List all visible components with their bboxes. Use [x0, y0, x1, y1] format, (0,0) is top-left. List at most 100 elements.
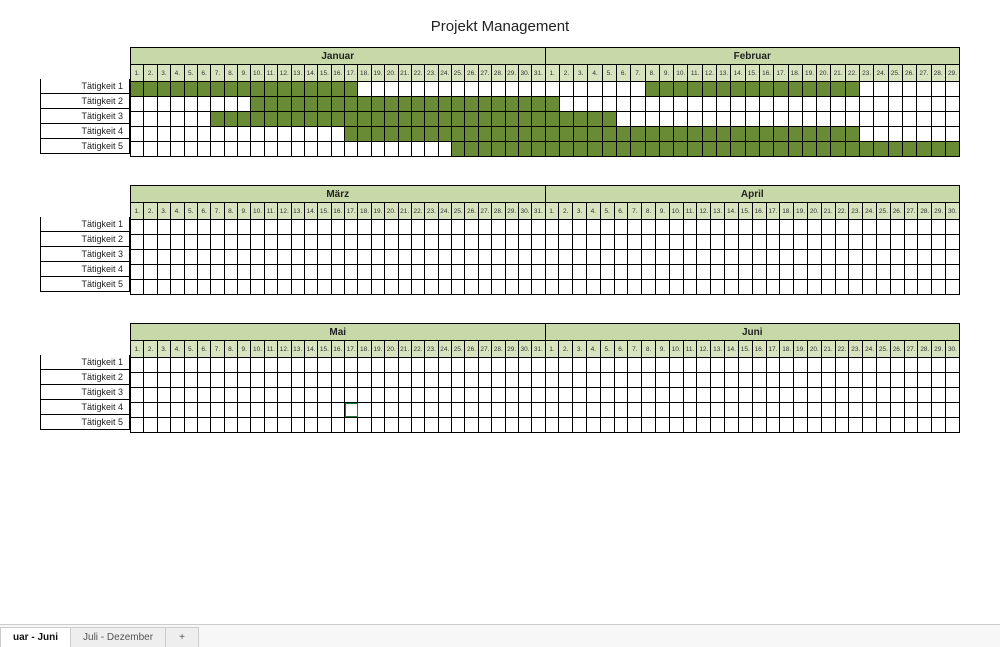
- gantt-cell[interactable]: [158, 388, 171, 402]
- gantt-cell[interactable]: [358, 82, 371, 96]
- gantt-cell[interactable]: [452, 142, 465, 156]
- gantt-cell[interactable]: [265, 373, 278, 387]
- gantt-cell[interactable]: [774, 112, 788, 126]
- gantt-cell[interactable]: [479, 418, 492, 432]
- gantt-cell[interactable]: [532, 373, 544, 387]
- gantt-cell[interactable]: [836, 358, 850, 372]
- gantt-cell[interactable]: [532, 220, 544, 234]
- gantt-cell[interactable]: [185, 82, 198, 96]
- gantt-cell[interactable]: [546, 358, 560, 372]
- gantt-cell[interactable]: [225, 250, 238, 264]
- gantt-cell[interactable]: [774, 82, 788, 96]
- gantt-cell[interactable]: [185, 235, 198, 249]
- gantt-cell[interactable]: [385, 97, 398, 111]
- gantt-cell[interactable]: [238, 265, 251, 279]
- gantt-cell[interactable]: [889, 112, 903, 126]
- gantt-cell[interactable]: [546, 127, 560, 141]
- gantt-cell[interactable]: [144, 82, 157, 96]
- gantt-cell[interactable]: [822, 220, 836, 234]
- gantt-cell[interactable]: [946, 418, 959, 432]
- gantt-cell[interactable]: [674, 142, 688, 156]
- gantt-cell[interactable]: [332, 127, 345, 141]
- gantt-cell[interactable]: [711, 220, 725, 234]
- gantt-cell[interactable]: [171, 403, 184, 417]
- gantt-cell[interactable]: [292, 358, 305, 372]
- gantt-cell[interactable]: [305, 418, 318, 432]
- gantt-cell[interactable]: [849, 388, 863, 402]
- gantt-cell[interactable]: [305, 97, 318, 111]
- gantt-cell[interactable]: [753, 373, 767, 387]
- gantt-cell[interactable]: [891, 265, 905, 279]
- gantt-cell[interactable]: [372, 235, 385, 249]
- gantt-cell[interactable]: [560, 142, 574, 156]
- gantt-cell[interactable]: [670, 250, 684, 264]
- gantt-cell[interactable]: [492, 373, 505, 387]
- gantt-cell[interactable]: [891, 403, 905, 417]
- gantt-cell[interactable]: [532, 142, 544, 156]
- gantt-cell[interactable]: [332, 142, 345, 156]
- gantt-cell[interactable]: [731, 82, 745, 96]
- gantt-cell[interactable]: [185, 403, 198, 417]
- gantt-cell[interactable]: [670, 388, 684, 402]
- gantt-cell[interactable]: [746, 127, 760, 141]
- gantt-cell[interactable]: [198, 373, 211, 387]
- gantt-cell[interactable]: [725, 220, 739, 234]
- gantt-cell[interactable]: [318, 112, 331, 126]
- gantt-cell[interactable]: [305, 220, 318, 234]
- gantt-cell[interactable]: [332, 358, 345, 372]
- gantt-cell[interactable]: [918, 280, 932, 294]
- gantt-cell[interactable]: [560, 112, 574, 126]
- gantt-cell[interactable]: [292, 112, 305, 126]
- gantt-cell[interactable]: [918, 403, 932, 417]
- gantt-cell[interactable]: [425, 265, 438, 279]
- gantt-cell[interactable]: [292, 235, 305, 249]
- gantt-cell[interactable]: [587, 418, 601, 432]
- gantt-cell[interactable]: [171, 265, 184, 279]
- gantt-cell[interactable]: [532, 418, 544, 432]
- gantt-cell[interactable]: [171, 418, 184, 432]
- gantt-cell[interactable]: [492, 82, 505, 96]
- gantt-cell[interactable]: [318, 418, 331, 432]
- gantt-cell[interactable]: [225, 142, 238, 156]
- gantt-cell[interactable]: [198, 280, 211, 294]
- gantt-cell[interactable]: [399, 235, 412, 249]
- gantt-cell[interactable]: [760, 142, 774, 156]
- gantt-cell[interactable]: [358, 388, 371, 402]
- gantt-cell[interactable]: [225, 388, 238, 402]
- gantt-cell[interactable]: [739, 358, 753, 372]
- gantt-cell[interactable]: [292, 418, 305, 432]
- gantt-cell[interactable]: [946, 403, 959, 417]
- gantt-cell[interactable]: [905, 418, 919, 432]
- gantt-cell[interactable]: [780, 358, 794, 372]
- gantt-cell[interactable]: [932, 388, 946, 402]
- gantt-cell[interactable]: [601, 250, 615, 264]
- gantt-cell[interactable]: [739, 220, 753, 234]
- gantt-cell[interactable]: [646, 97, 660, 111]
- gantt-cell[interactable]: [628, 418, 642, 432]
- gantt-cell[interactable]: [546, 418, 560, 432]
- gantt-cell[interactable]: [789, 82, 803, 96]
- gantt-cell[interactable]: [946, 280, 959, 294]
- gantt-cell[interactable]: [697, 418, 711, 432]
- gantt-cell[interactable]: [780, 373, 794, 387]
- gantt-cell[interactable]: [185, 373, 198, 387]
- gantt-cell[interactable]: [318, 373, 331, 387]
- gantt-cell[interactable]: [251, 403, 264, 417]
- gantt-cell[interactable]: [211, 280, 224, 294]
- gantt-cell[interactable]: [889, 142, 903, 156]
- gantt-cell[interactable]: [817, 97, 831, 111]
- gantt-cell[interactable]: [265, 358, 278, 372]
- gantt-cell[interactable]: [808, 265, 822, 279]
- gantt-cell[interactable]: [932, 265, 946, 279]
- gantt-cell[interactable]: [587, 235, 601, 249]
- gantt-cell[interactable]: [877, 235, 891, 249]
- gantt-cell[interactable]: [918, 373, 932, 387]
- gantt-cell[interactable]: [601, 235, 615, 249]
- gantt-cell[interactable]: [385, 142, 398, 156]
- gantt-cell[interactable]: [372, 265, 385, 279]
- gantt-cell[interactable]: [131, 250, 144, 264]
- gantt-cell[interactable]: [265, 142, 278, 156]
- gantt-cell[interactable]: [642, 403, 656, 417]
- gantt-cell[interactable]: [932, 358, 946, 372]
- gantt-cell[interactable]: [198, 403, 211, 417]
